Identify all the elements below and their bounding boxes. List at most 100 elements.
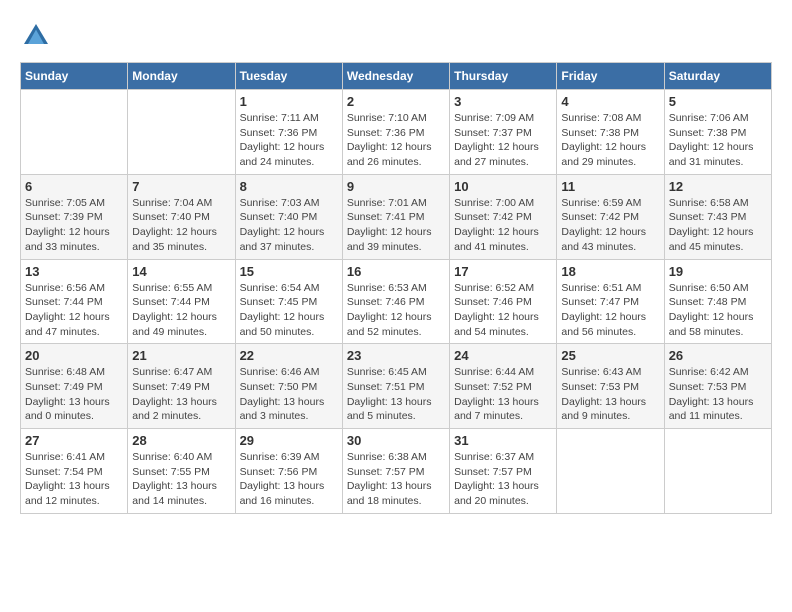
calendar-cell: 4Sunrise: 7:08 AMSunset: 7:38 PMDaylight… xyxy=(557,90,664,175)
calendar-cell: 15 Sunrise: 6:54 AMSunset: 7:45 PMDayligh… xyxy=(235,259,342,344)
day-detail: Sunrise: 6:48 AMSunset: 7:49 PMDaylight:… xyxy=(25,365,123,424)
calendar-cell: 19Sunrise: 6:50 AMSunset: 7:48 PMDayligh… xyxy=(664,259,771,344)
week-row-4: 20 Sunrise: 6:48 AMSunset: 7:49 PMDayligh… xyxy=(21,344,772,429)
day-detail: Sunrise: 6:40 AMSunset: 7:55 PMDaylight:… xyxy=(132,450,230,509)
day-number: 12 xyxy=(669,179,767,194)
day-detail: Sunrise: 7:11 AMSunset: 7:36 PMDaylight:… xyxy=(240,111,338,170)
day-number: 6 xyxy=(25,179,123,194)
weekday-header-saturday: Saturday xyxy=(664,63,771,90)
day-detail: Sunrise: 6:37 AMSunset: 7:57 PMDaylight:… xyxy=(454,450,552,509)
day-detail: Sunrise: 6:43 AMSunset: 7:53 PMDaylight:… xyxy=(561,365,659,424)
calendar-cell: 29 Sunrise: 6:39 AMSunset: 7:56 PMDayligh… xyxy=(235,429,342,514)
calendar-cell: 3 Sunrise: 7:09 AMSunset: 7:37 PMDaylight… xyxy=(450,90,557,175)
day-number: 15 xyxy=(240,264,338,279)
calendar-body: 1 Sunrise: 7:11 AMSunset: 7:36 PMDaylight… xyxy=(21,90,772,514)
day-number: 26 xyxy=(669,348,767,363)
day-number: 11 xyxy=(561,179,659,194)
day-number: 1 xyxy=(240,94,338,109)
day-number: 23 xyxy=(347,348,445,363)
day-detail: Sunrise: 7:00 AMSunset: 7:42 PMDaylight:… xyxy=(454,196,552,255)
calendar-cell: 27 Sunrise: 6:41 AMSunset: 7:54 PMDayligh… xyxy=(21,429,128,514)
calendar-cell: 13 Sunrise: 6:56 AMSunset: 7:44 PMDayligh… xyxy=(21,259,128,344)
day-detail: Sunrise: 7:05 AMSunset: 7:39 PMDaylight:… xyxy=(25,196,123,255)
day-number: 8 xyxy=(240,179,338,194)
day-detail: Sunrise: 6:58 AMSunset: 7:43 PMDaylight:… xyxy=(669,196,767,255)
day-number: 14 xyxy=(132,264,230,279)
day-detail: Sunrise: 6:59 AMSunset: 7:42 PMDaylight:… xyxy=(561,196,659,255)
day-number: 31 xyxy=(454,433,552,448)
week-row-2: 6 Sunrise: 7:05 AMSunset: 7:39 PMDaylight… xyxy=(21,174,772,259)
day-detail: Sunrise: 6:45 AMSunset: 7:51 PMDaylight:… xyxy=(347,365,445,424)
calendar-cell: 14 Sunrise: 6:55 AMSunset: 7:44 PMDayligh… xyxy=(128,259,235,344)
day-number: 3 xyxy=(454,94,552,109)
calendar-cell xyxy=(128,90,235,175)
day-detail: Sunrise: 7:03 AMSunset: 7:40 PMDaylight:… xyxy=(240,196,338,255)
day-number: 30 xyxy=(347,433,445,448)
day-detail: Sunrise: 6:50 AMSunset: 7:48 PMDaylight:… xyxy=(669,281,767,340)
logo-icon xyxy=(20,20,52,52)
day-detail: Sunrise: 7:09 AMSunset: 7:37 PMDaylight:… xyxy=(454,111,552,170)
page-header xyxy=(20,20,772,52)
day-number: 22 xyxy=(240,348,338,363)
week-row-1: 1 Sunrise: 7:11 AMSunset: 7:36 PMDaylight… xyxy=(21,90,772,175)
day-number: 13 xyxy=(25,264,123,279)
day-number: 4 xyxy=(561,94,659,109)
day-detail: Sunrise: 6:53 AMSunset: 7:46 PMDaylight:… xyxy=(347,281,445,340)
calendar-cell: 8 Sunrise: 7:03 AMSunset: 7:40 PMDaylight… xyxy=(235,174,342,259)
calendar-cell: 12 Sunrise: 6:58 AMSunset: 7:43 PMDayligh… xyxy=(664,174,771,259)
day-number: 20 xyxy=(25,348,123,363)
calendar-cell: 7 Sunrise: 7:04 AMSunset: 7:40 PMDaylight… xyxy=(128,174,235,259)
day-number: 29 xyxy=(240,433,338,448)
day-detail: Sunrise: 7:06 AMSunset: 7:38 PMDaylight:… xyxy=(669,111,767,170)
day-detail: Sunrise: 7:04 AMSunset: 7:40 PMDaylight:… xyxy=(132,196,230,255)
weekday-header-thursday: Thursday xyxy=(450,63,557,90)
weekday-header-wednesday: Wednesday xyxy=(342,63,449,90)
day-detail: Sunrise: 7:10 AMSunset: 7:36 PMDaylight:… xyxy=(347,111,445,170)
calendar-cell: 17Sunrise: 6:52 AMSunset: 7:46 PMDayligh… xyxy=(450,259,557,344)
calendar-cell: 23 Sunrise: 6:45 AMSunset: 7:51 PMDayligh… xyxy=(342,344,449,429)
day-number: 7 xyxy=(132,179,230,194)
calendar-cell: 26 Sunrise: 6:42 AMSunset: 7:53 PMDayligh… xyxy=(664,344,771,429)
day-number: 28 xyxy=(132,433,230,448)
calendar-cell: 2 Sunrise: 7:10 AMSunset: 7:36 PMDaylight… xyxy=(342,90,449,175)
day-detail: Sunrise: 6:38 AMSunset: 7:57 PMDaylight:… xyxy=(347,450,445,509)
calendar-cell: 18Sunrise: 6:51 AMSunset: 7:47 PMDayligh… xyxy=(557,259,664,344)
day-number: 2 xyxy=(347,94,445,109)
day-detail: Sunrise: 6:44 AMSunset: 7:52 PMDaylight:… xyxy=(454,365,552,424)
day-detail: Sunrise: 6:42 AMSunset: 7:53 PMDaylight:… xyxy=(669,365,767,424)
calendar-cell: 30 Sunrise: 6:38 AMSunset: 7:57 PMDayligh… xyxy=(342,429,449,514)
calendar-cell: 1 Sunrise: 7:11 AMSunset: 7:36 PMDaylight… xyxy=(235,90,342,175)
day-detail: Sunrise: 6:46 AMSunset: 7:50 PMDaylight:… xyxy=(240,365,338,424)
calendar-cell: 21 Sunrise: 6:47 AMSunset: 7:49 PMDayligh… xyxy=(128,344,235,429)
calendar-cell: 9Sunrise: 7:01 AMSunset: 7:41 PMDaylight… xyxy=(342,174,449,259)
weekday-header-sunday: Sunday xyxy=(21,63,128,90)
day-number: 17 xyxy=(454,264,552,279)
day-number: 25 xyxy=(561,348,659,363)
logo xyxy=(20,20,56,52)
day-number: 5 xyxy=(669,94,767,109)
day-detail: Sunrise: 6:51 AMSunset: 7:47 PMDaylight:… xyxy=(561,281,659,340)
day-detail: Sunrise: 6:47 AMSunset: 7:49 PMDaylight:… xyxy=(132,365,230,424)
calendar-cell: 16 Sunrise: 6:53 AMSunset: 7:46 PMDayligh… xyxy=(342,259,449,344)
calendar-cell: 22 Sunrise: 6:46 AMSunset: 7:50 PMDayligh… xyxy=(235,344,342,429)
calendar-cell: 31 Sunrise: 6:37 AMSunset: 7:57 PMDayligh… xyxy=(450,429,557,514)
calendar-cell: 25 Sunrise: 6:43 AMSunset: 7:53 PMDayligh… xyxy=(557,344,664,429)
day-detail: Sunrise: 6:54 AMSunset: 7:45 PMDaylight:… xyxy=(240,281,338,340)
weekday-header-friday: Friday xyxy=(557,63,664,90)
week-row-5: 27 Sunrise: 6:41 AMSunset: 7:54 PMDayligh… xyxy=(21,429,772,514)
calendar-table: SundayMondayTuesdayWednesdayThursdayFrid… xyxy=(20,62,772,514)
day-detail: Sunrise: 6:39 AMSunset: 7:56 PMDaylight:… xyxy=(240,450,338,509)
day-detail: Sunrise: 6:41 AMSunset: 7:54 PMDaylight:… xyxy=(25,450,123,509)
day-number: 27 xyxy=(25,433,123,448)
calendar-cell: 20 Sunrise: 6:48 AMSunset: 7:49 PMDayligh… xyxy=(21,344,128,429)
calendar-header: SundayMondayTuesdayWednesdayThursdayFrid… xyxy=(21,63,772,90)
day-detail: Sunrise: 7:01 AMSunset: 7:41 PMDaylight:… xyxy=(347,196,445,255)
day-detail: Sunrise: 6:56 AMSunset: 7:44 PMDaylight:… xyxy=(25,281,123,340)
calendar-cell: 6 Sunrise: 7:05 AMSunset: 7:39 PMDaylight… xyxy=(21,174,128,259)
day-number: 21 xyxy=(132,348,230,363)
day-detail: Sunrise: 6:55 AMSunset: 7:44 PMDaylight:… xyxy=(132,281,230,340)
weekday-header-tuesday: Tuesday xyxy=(235,63,342,90)
calendar-cell: 5 Sunrise: 7:06 AMSunset: 7:38 PMDaylight… xyxy=(664,90,771,175)
week-row-3: 13 Sunrise: 6:56 AMSunset: 7:44 PMDayligh… xyxy=(21,259,772,344)
day-number: 16 xyxy=(347,264,445,279)
